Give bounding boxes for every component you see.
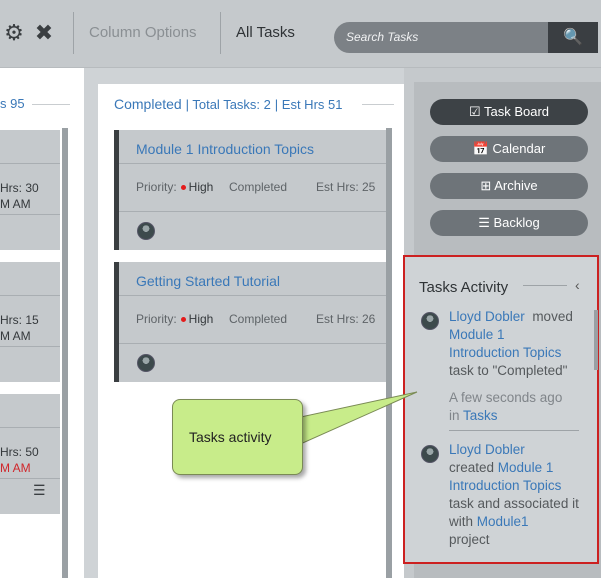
callout-text: Tasks activity — [189, 429, 272, 445]
callout-pointer — [295, 391, 418, 447]
